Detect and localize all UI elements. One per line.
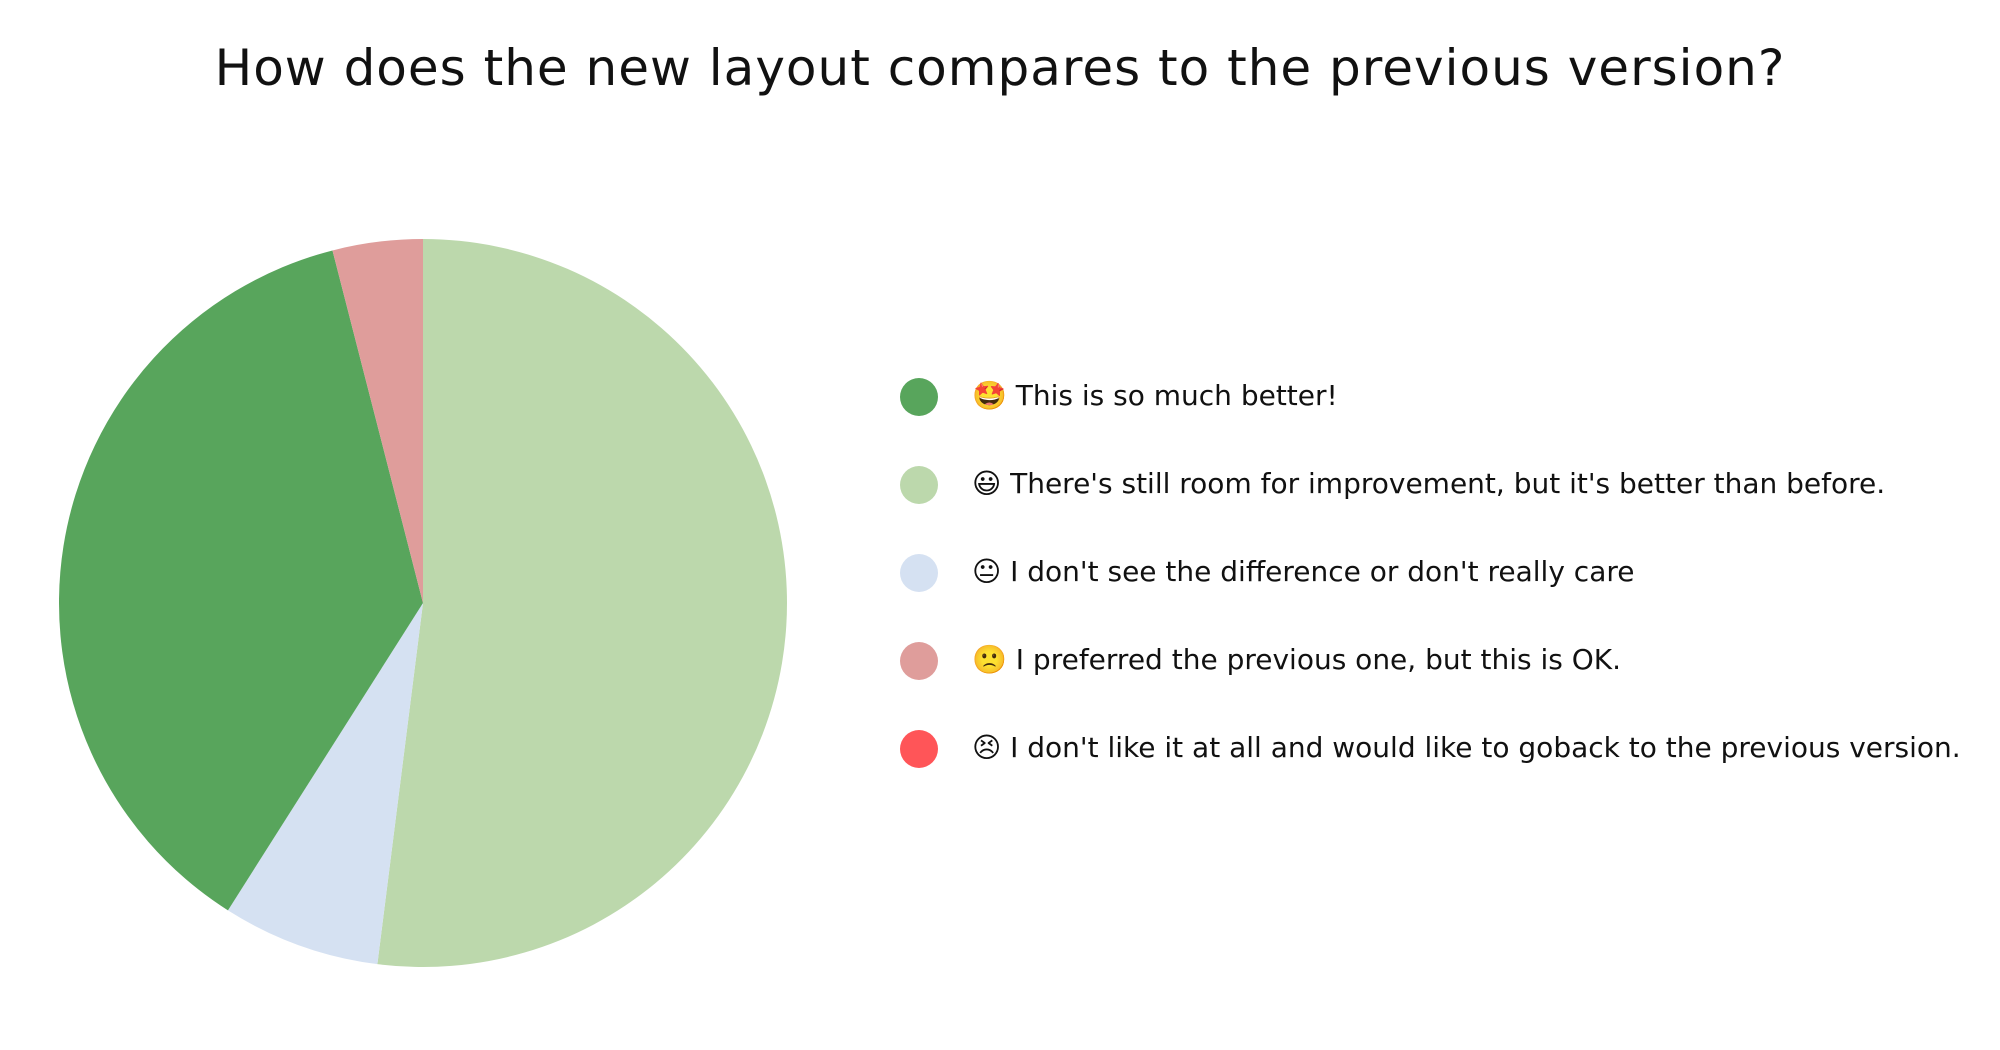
pie-slice-room-for-improvement — [377, 239, 787, 968]
legend-label-so-much-better: 🤩 This is so much better! — [972, 379, 1338, 412]
legend-swatch-dislike — [900, 730, 938, 768]
legend-swatch-room-for-improvement — [900, 466, 938, 504]
legend-label-dislike: 😣 I don't like it at all and would like … — [972, 731, 1961, 764]
legend-label-no-difference: 😐 I don't see the difference or don't re… — [972, 555, 1635, 588]
pie-chart — [59, 239, 787, 968]
legend-swatch-preferred-previous — [900, 642, 938, 680]
legend-swatch-no-difference — [900, 554, 938, 592]
pie-slices — [59, 239, 787, 968]
legend-label-room-for-improvement: 😃 There's still room for improvement, bu… — [972, 467, 1886, 500]
legend-label-preferred-previous: 🙁 I preferred the previous one, but this… — [972, 643, 1622, 676]
legend-swatch-so-much-better — [900, 378, 938, 416]
